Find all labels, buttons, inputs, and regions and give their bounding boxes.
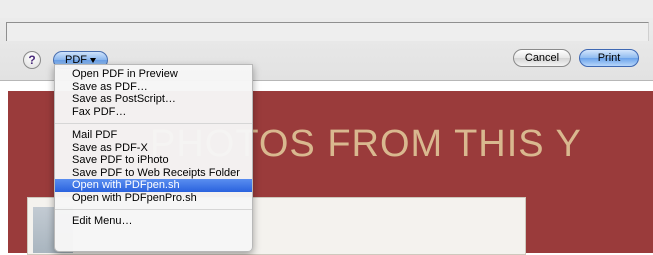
print-button[interactable]: Print xyxy=(579,49,639,67)
menu-item-open-with-pdfpen[interactable]: Open with PDFpen.sh xyxy=(55,179,252,192)
menu-separator xyxy=(55,118,252,129)
menu-item-open-pdf-in-preview[interactable]: Open PDF in Preview xyxy=(55,68,252,81)
cancel-button[interactable]: Cancel xyxy=(513,49,571,67)
menu-item-mail-pdf[interactable]: Mail PDF xyxy=(55,129,252,142)
sheet-top-area xyxy=(0,0,653,18)
preview-panel-edge xyxy=(6,22,649,41)
menu-item-save-as-postscript[interactable]: Save as PostScript… xyxy=(55,93,252,106)
menu-item-save-as-pdf[interactable]: Save as PDF… xyxy=(55,81,252,94)
menu-item-save-pdf-to-iphoto[interactable]: Save PDF to iPhoto xyxy=(55,154,252,167)
menu-item-save-as-pdf-x[interactable]: Save as PDF-X xyxy=(55,142,252,155)
menu-separator xyxy=(55,204,252,215)
menu-item-fax-pdf[interactable]: Fax PDF… xyxy=(55,106,252,119)
pdf-dropdown-menu: Open PDF in Preview Save as PDF… Save as… xyxy=(54,64,253,252)
help-button[interactable]: ? xyxy=(23,51,41,69)
menu-item-open-with-pdfpenpro[interactable]: Open with PDFpenPro.sh xyxy=(55,192,252,205)
question-mark-icon: ? xyxy=(28,53,36,67)
menu-item-save-pdf-to-web-receipts[interactable]: Save PDF to Web Receipts Folder xyxy=(55,167,252,180)
chevron-down-icon xyxy=(90,57,96,63)
menu-item-edit-menu[interactable]: Edit Menu… xyxy=(55,215,252,228)
